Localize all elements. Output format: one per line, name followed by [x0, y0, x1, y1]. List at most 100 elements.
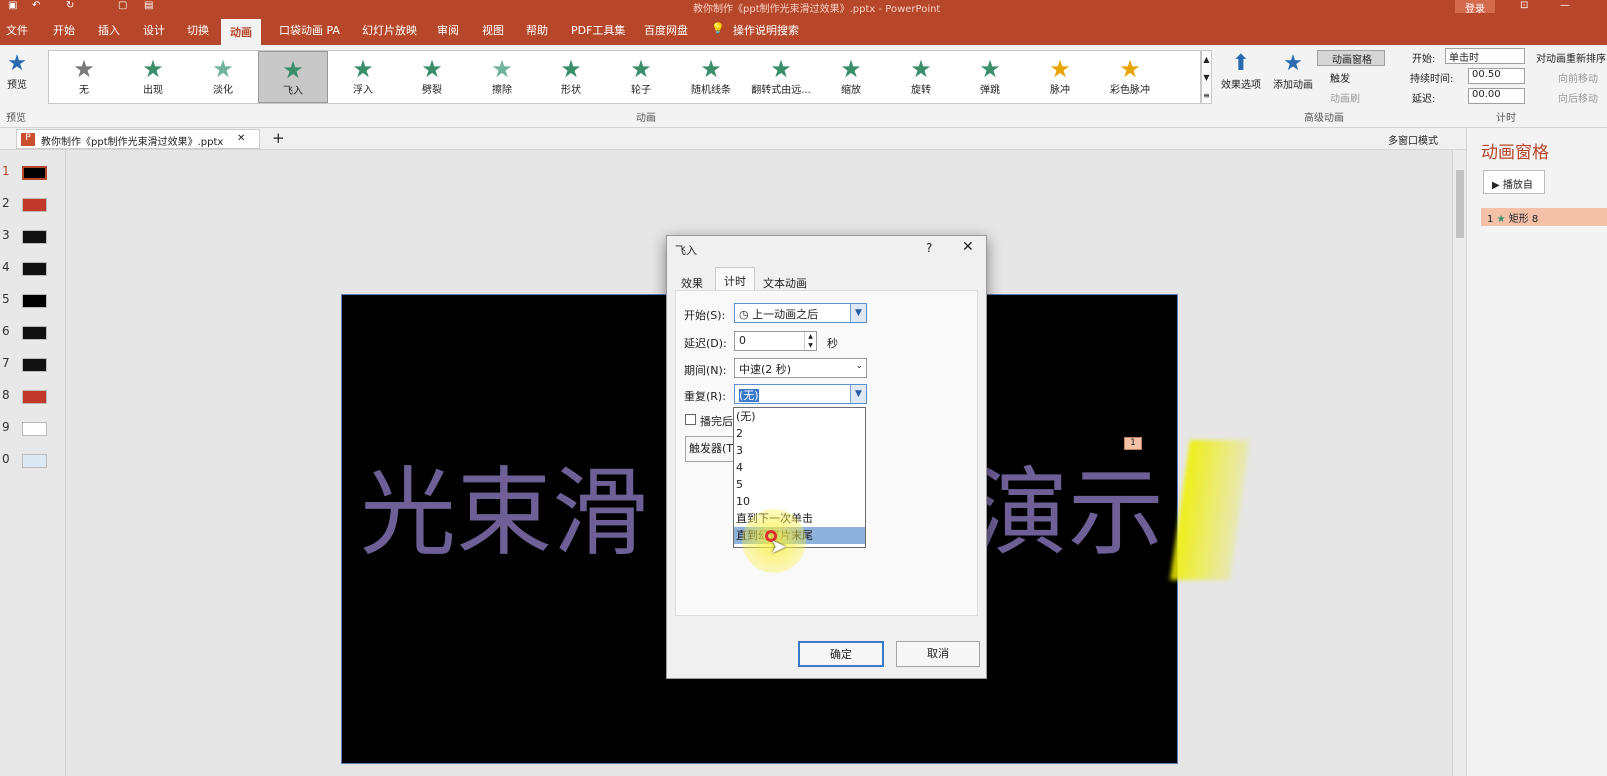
tab-review[interactable]: 审阅 [437, 22, 459, 38]
tab-pocket-animation[interactable]: 口袋动画 PA [279, 22, 340, 38]
gallery-item-12[interactable]: ★ 旋转 [886, 51, 956, 103]
slide-thumbnail[interactable]: 3 [0, 224, 66, 248]
repeat-option[interactable]: 4 [734, 459, 865, 476]
tab-design[interactable]: 设计 [143, 22, 165, 38]
save-icon[interactable]: ▣ [8, 0, 17, 11]
delay-spinner[interactable]: ▲ ▼ [804, 332, 816, 350]
tab-transitions[interactable]: 切换 [187, 22, 209, 38]
slide-thumbnail[interactable]: 7 [0, 352, 66, 376]
start-select[interactable]: 单击时 [1445, 48, 1525, 64]
open-icon[interactable]: ▤ [144, 0, 153, 11]
new-file-icon[interactable]: ▢ [118, 0, 127, 11]
rewind-checkbox[interactable] [685, 414, 696, 425]
animation-item[interactable]: 1 ★ 矩形 8 [1481, 208, 1607, 226]
slide-number: 5 [2, 292, 10, 306]
gallery-item-1[interactable]: ★ 出现 [118, 51, 188, 103]
gallery-item-13[interactable]: ★ 弹跳 [955, 51, 1025, 103]
repeat-option[interactable]: 5 [734, 476, 865, 493]
chevron-down-icon[interactable]: ▼ [850, 304, 866, 322]
tab-animations[interactable]: 动画 [221, 19, 261, 45]
ribbon-display-icon[interactable]: ⊡ [1520, 0, 1528, 11]
repeat-option[interactable]: 直到下一次单击 [734, 510, 865, 527]
start-option-select[interactable]: ◷ 上一动画之后 ▼ [734, 303, 867, 323]
new-tab-icon[interactable]: + [272, 129, 285, 147]
tab-timing[interactable]: 计时 [715, 267, 755, 290]
chevron-down-icon[interactable]: ▼ [850, 385, 866, 403]
tab-insert[interactable]: 插入 [98, 22, 120, 38]
tab-view[interactable]: 视图 [482, 22, 504, 38]
period-option-select[interactable]: 中速(2 秒) ⌄ [734, 358, 867, 378]
cancel-button[interactable]: 取消 [896, 641, 980, 667]
gallery-item-0[interactable]: ★ 无 [49, 51, 119, 103]
gallery-item-2[interactable]: ★ 淡化 [188, 51, 258, 103]
login-button[interactable]: 登录 [1455, 0, 1495, 15]
slide-thumbnail[interactable]: 9 [0, 416, 66, 440]
tab-home[interactable]: 开始 [53, 22, 75, 38]
chevron-down-icon[interactable]: ⌄ [855, 361, 863, 371]
ribbon-tabs: 文件 开始 插入 设计 切换 动画 口袋动画 PA 幻灯片放映 审阅 视图 帮助… [0, 16, 1607, 45]
tab-pdf-tools[interactable]: PDF工具集 [571, 22, 625, 38]
delay-option-input[interactable]: 0 ▲ ▼ [734, 331, 817, 351]
gallery-item-3[interactable]: ★ 飞入 [258, 51, 328, 103]
gallery-item-4[interactable]: ★ 浮入 [328, 51, 398, 103]
undo-icon[interactable]: ↶ [32, 0, 40, 11]
trigger-button[interactable]: 触发 [1330, 70, 1350, 85]
move-later-button[interactable]: 向后移动 [1558, 90, 1598, 105]
delay-input[interactable]: 00.00 [1468, 88, 1525, 104]
gallery-item-7[interactable]: ★ 形状 [536, 51, 606, 103]
add-animation-button[interactable]: ★ 添加动画 [1268, 51, 1318, 91]
play-from-button[interactable]: ▶ 播放自 [1483, 170, 1545, 194]
slide-scrollbar[interactable] [1452, 150, 1466, 776]
effect-options-button[interactable]: ⬆ 效果选项 [1213, 51, 1269, 91]
gallery-item-label: 浮入 [353, 85, 373, 96]
tell-me-search[interactable]: 操作说明搜索 [733, 22, 799, 38]
close-dialog-icon[interactable]: ✕ [962, 239, 974, 255]
redo-icon[interactable]: ↻ [66, 0, 74, 11]
slide-thumbnail[interactable]: 0 [0, 448, 66, 472]
slide-thumbnail[interactable]: 8 [0, 384, 66, 408]
gallery-item-15[interactable]: ★ 彩色脉冲 [1095, 51, 1165, 103]
gallery-item-14[interactable]: ★ 脉冲 [1025, 51, 1095, 103]
gallery-item-6[interactable]: ★ 擦除 [467, 51, 537, 103]
repeat-option[interactable]: 3 [734, 442, 865, 459]
tab-help[interactable]: 帮助 [526, 22, 548, 38]
animation-order-badge[interactable]: 1 [1124, 437, 1142, 450]
repeat-option[interactable]: 10 [734, 493, 865, 510]
gallery-item-5[interactable]: ★ 劈裂 [397, 51, 467, 103]
slide-thumbnail[interactable]: 5 [0, 288, 66, 312]
document-tab-label: 教你制作《ppt制作光束滑过效果》.pptx [41, 137, 224, 148]
tab-baidu-netdisk[interactable]: 百度网盘 [644, 22, 688, 38]
move-earlier-button[interactable]: 向前移动 [1558, 70, 1598, 85]
slide-thumbnail[interactable]: 1 [0, 160, 66, 184]
tab-effect[interactable]: 效果 [681, 275, 703, 291]
window-title: 教你制作《ppt制作光束滑过效果》.pptx - PowerPoint [693, 4, 941, 15]
animation-painter-button[interactable]: 动画刷 [1330, 90, 1360, 105]
tab-file[interactable]: 文件 [6, 22, 28, 38]
repeat-option[interactable]: (无) [734, 408, 865, 425]
gallery-item-10[interactable]: ★ 翻转式由远... [746, 51, 816, 103]
minimize-icon[interactable]: — [1560, 0, 1570, 11]
slide-thumbnail[interactable]: 6 [0, 320, 66, 344]
repeat-option[interactable]: 直到幻灯片末尾 [734, 527, 865, 544]
slide-thumbnail[interactable]: 2 [0, 192, 66, 216]
close-tab-icon[interactable]: ✕ [237, 133, 245, 144]
duration-input[interactable]: 00.50 [1468, 68, 1525, 84]
animation-pane-button[interactable]: 动画窗格 [1317, 50, 1385, 66]
tab-slideshow[interactable]: 幻灯片放映 [362, 22, 417, 38]
scroll-thumb[interactable] [1456, 170, 1464, 238]
light-beam-shape[interactable] [1170, 440, 1250, 580]
ok-button[interactable]: 确定 [798, 641, 884, 667]
help-button[interactable]: ? [926, 241, 932, 255]
repeat-option[interactable]: 2 [734, 425, 865, 442]
document-tab[interactable]: P 教你制作《ppt制作光束滑过效果》.pptx ✕ [16, 129, 260, 149]
tab-text-animation[interactable]: 文本动画 [763, 275, 807, 291]
multiwindow-button[interactable]: 多窗口模式 [1388, 132, 1438, 147]
repeat-option-select[interactable]: (无) ▼ [734, 384, 867, 404]
slide-thumbnail[interactable]: 4 [0, 256, 66, 280]
slide-number: 9 [2, 420, 10, 434]
gallery-item-9[interactable]: ★ 随机线条 [676, 51, 746, 103]
gallery-scroll[interactable]: ▲ ▼ ≡ [1201, 50, 1212, 104]
gallery-item-8[interactable]: ★ 轮子 [606, 51, 676, 103]
gallery-item-11[interactable]: ★ 缩放 [816, 51, 886, 103]
preview-button[interactable]: ★ 预览 [4, 51, 30, 91]
